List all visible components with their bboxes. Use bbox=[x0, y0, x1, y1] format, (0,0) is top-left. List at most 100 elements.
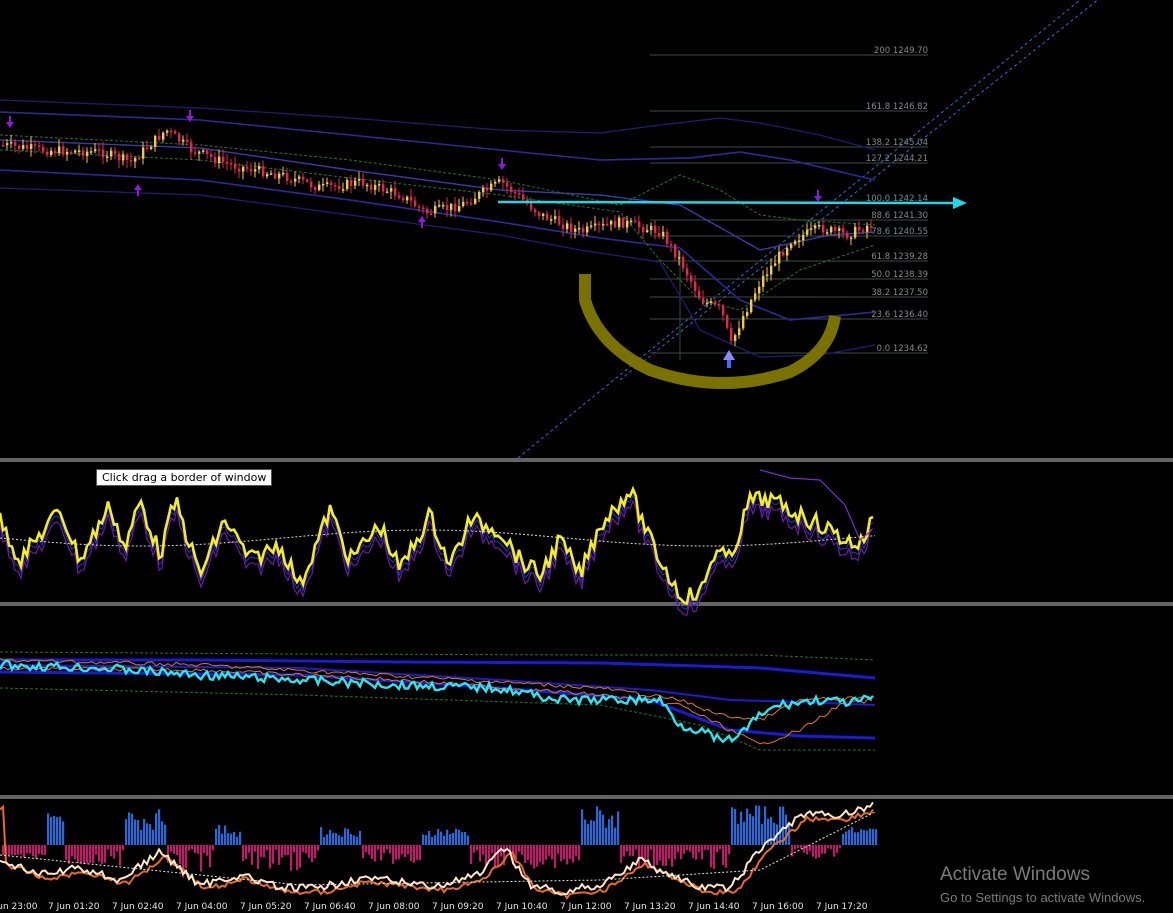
fib-level-label: 138.2 1245.04 bbox=[866, 138, 928, 148]
histogram-bar bbox=[164, 824, 167, 845]
candle-body bbox=[398, 195, 401, 198]
candle-body bbox=[82, 150, 85, 156]
candle-body bbox=[106, 156, 109, 158]
histogram-bar bbox=[119, 845, 122, 866]
histogram-bar bbox=[284, 845, 287, 855]
candle-body bbox=[614, 220, 617, 228]
candle-body bbox=[110, 150, 113, 157]
candle-body bbox=[34, 144, 37, 146]
histogram-bar bbox=[815, 845, 818, 859]
candle-body bbox=[246, 166, 249, 169]
candle-body bbox=[566, 223, 569, 230]
histogram-bar bbox=[698, 845, 701, 853]
candle-body bbox=[214, 156, 217, 164]
histogram-bar bbox=[305, 845, 308, 854]
candle-body bbox=[230, 163, 233, 165]
histogram-bar bbox=[26, 845, 29, 854]
histogram-bar bbox=[557, 845, 560, 854]
time-label: 7 Jun 08:00 bbox=[368, 902, 420, 912]
candle-body bbox=[786, 248, 789, 256]
histogram-bar bbox=[656, 845, 659, 866]
candle-body bbox=[286, 172, 289, 182]
candle-body bbox=[446, 204, 449, 210]
chart-window[interactable]: 200 1249.70 161.8 1246.82 138.2 1245.04 127… bbox=[0, 0, 1173, 913]
histogram-bar bbox=[155, 813, 158, 845]
histogram-bar bbox=[380, 845, 383, 861]
histogram-bar bbox=[842, 833, 845, 845]
time-label: 7 Jun 04:00 bbox=[176, 902, 228, 912]
histogram-bar bbox=[431, 836, 434, 845]
histogram-bar bbox=[203, 845, 206, 853]
histogram-bar bbox=[371, 845, 374, 860]
candle-body bbox=[422, 207, 425, 210]
histogram-bar bbox=[242, 845, 245, 862]
histogram-bar bbox=[281, 845, 284, 858]
histogram-bar bbox=[152, 829, 155, 845]
oscillator-pane-3 bbox=[0, 801, 878, 900]
histogram-bar bbox=[617, 811, 620, 845]
candle-body bbox=[662, 231, 665, 237]
histogram-bar bbox=[98, 845, 101, 862]
candle-body bbox=[722, 305, 725, 316]
candle-body bbox=[122, 154, 125, 161]
histogram-bar bbox=[86, 845, 89, 864]
candle-body bbox=[490, 183, 493, 191]
candle-body bbox=[718, 304, 721, 306]
candle-body bbox=[766, 274, 769, 277]
histogram-bar bbox=[626, 845, 629, 852]
histogram-bar bbox=[89, 845, 92, 863]
histogram-bar bbox=[221, 833, 224, 845]
histogram-bar bbox=[566, 845, 569, 865]
price-chart[interactable]: 200 1249.70 161.8 1246.82 138.2 1245.04 127… bbox=[0, 0, 1173, 913]
histogram-bar bbox=[227, 833, 230, 845]
fractal-up-arrow bbox=[418, 216, 426, 228]
histogram-bar bbox=[443, 835, 446, 845]
histogram-bar bbox=[197, 845, 200, 854]
candle-body bbox=[850, 237, 853, 240]
candle-body bbox=[274, 173, 277, 179]
candle-body bbox=[102, 149, 105, 158]
histogram-bar bbox=[32, 845, 35, 857]
histogram-bar bbox=[779, 806, 782, 845]
histogram-bar bbox=[470, 845, 473, 865]
histogram-bar bbox=[389, 845, 392, 854]
histogram-bar bbox=[20, 845, 23, 855]
histogram-bar bbox=[404, 845, 407, 858]
candle-body bbox=[218, 156, 221, 164]
envelope-line bbox=[0, 134, 876, 226]
resistance-arrow-head bbox=[953, 197, 967, 209]
candle-body bbox=[162, 132, 165, 140]
candle-body bbox=[414, 200, 417, 207]
histogram-bar bbox=[863, 829, 866, 845]
histogram-bar bbox=[344, 828, 347, 845]
histogram-bar bbox=[407, 845, 410, 855]
candle-body bbox=[606, 223, 609, 226]
histogram-bar bbox=[275, 845, 278, 850]
candle-body bbox=[762, 275, 765, 287]
candle-body bbox=[574, 228, 577, 232]
candle-body bbox=[870, 225, 873, 228]
candle-body bbox=[842, 228, 845, 233]
histogram-bar bbox=[659, 845, 662, 861]
histogram-bar bbox=[605, 827, 608, 845]
histogram-bar bbox=[785, 814, 788, 845]
candle-body bbox=[814, 225, 817, 229]
histogram-bar bbox=[362, 845, 365, 859]
histogram-bar bbox=[410, 845, 413, 861]
candle-body bbox=[442, 204, 445, 207]
histogram-bar bbox=[572, 845, 575, 863]
candle-body bbox=[530, 203, 533, 210]
histogram-bar bbox=[134, 819, 137, 845]
candles bbox=[2, 127, 873, 347]
histogram-bar bbox=[689, 845, 692, 852]
histogram-bar bbox=[278, 845, 281, 865]
histogram-bar bbox=[239, 831, 242, 845]
histogram-bar bbox=[827, 845, 830, 849]
histogram-bar bbox=[875, 829, 878, 845]
histogram-bar bbox=[47, 813, 50, 845]
histogram-bar bbox=[773, 822, 776, 845]
histogram-bar bbox=[608, 819, 611, 845]
candle-body bbox=[626, 220, 629, 228]
histogram-bar bbox=[53, 816, 56, 845]
candle-body bbox=[666, 231, 669, 244]
